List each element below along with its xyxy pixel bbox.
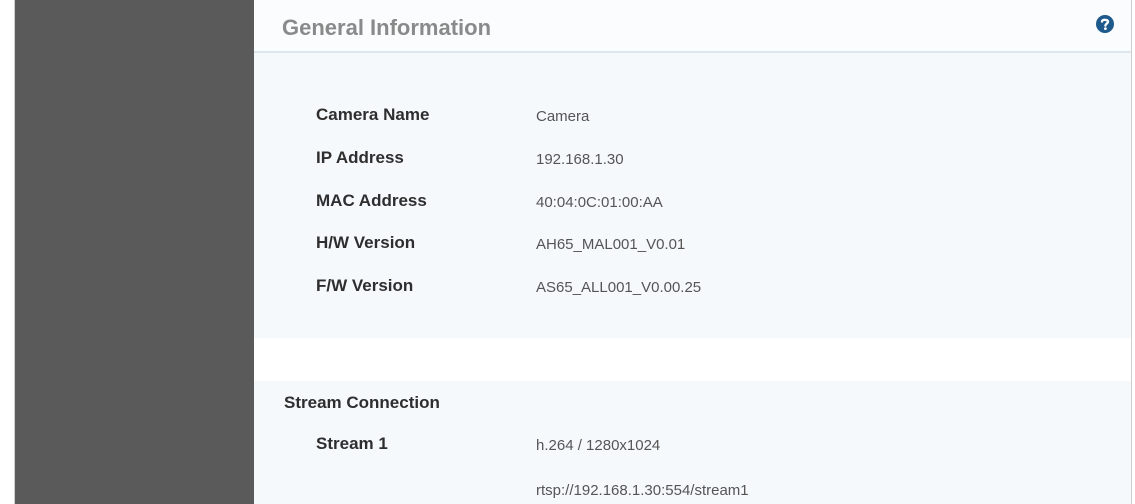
window-frame-right (1131, 0, 1135, 504)
info-row-fw-version: F/W Version AS65_ALL001_V0.00.25 (254, 276, 1131, 306)
stream-1-codec: h.264 / 1280x1024 (536, 437, 661, 454)
info-row-mac-address: MAC Address 40:04:0C:01:00:AA (254, 191, 1131, 221)
info-row-hw-version: H/W Version AH65_MAL001_V0.01 (254, 233, 1131, 263)
ip-address-label: IP Address (316, 148, 404, 167)
general-info-panel: Camera Name Camera IP Address 192.168.1.… (254, 53, 1131, 338)
fw-version-label: F/W Version (316, 276, 414, 295)
page-header: General Information (254, 0, 1131, 53)
mac-address-value: 40:04:0C:01:00:AA (536, 194, 663, 211)
fw-version-value: AS65_ALL001_V0.00.25 (536, 279, 702, 296)
hw-version-label: H/W Version (316, 233, 416, 252)
page-title: General Information (282, 15, 492, 40)
hw-version-value: AH65_MAL001_V0.01 (536, 236, 686, 253)
stream-1-label: Stream 1 (316, 434, 388, 453)
sidebar (15, 0, 254, 504)
camera-name-value: Camera (536, 108, 590, 125)
info-row-camera-name: Camera Name Camera (254, 105, 1131, 135)
camera-name-label: Camera Name (316, 105, 430, 124)
mac-address-label: MAC Address (316, 191, 427, 210)
stream-1-url: rtsp://192.168.1.30:554/stream1 (536, 482, 749, 499)
help-icon[interactable] (1095, 14, 1115, 34)
info-row-ip-address: IP Address 192.168.1.30 (254, 148, 1131, 178)
stream-connection-panel: Stream Connection Stream 1 h.264 / 1280x… (254, 381, 1131, 504)
window-frame-left (0, 0, 15, 504)
ip-address-value: 192.168.1.30 (536, 151, 624, 168)
stream-connection-title: Stream Connection (284, 393, 440, 412)
main-content: General Information Camera Name Camera I… (254, 0, 1131, 504)
